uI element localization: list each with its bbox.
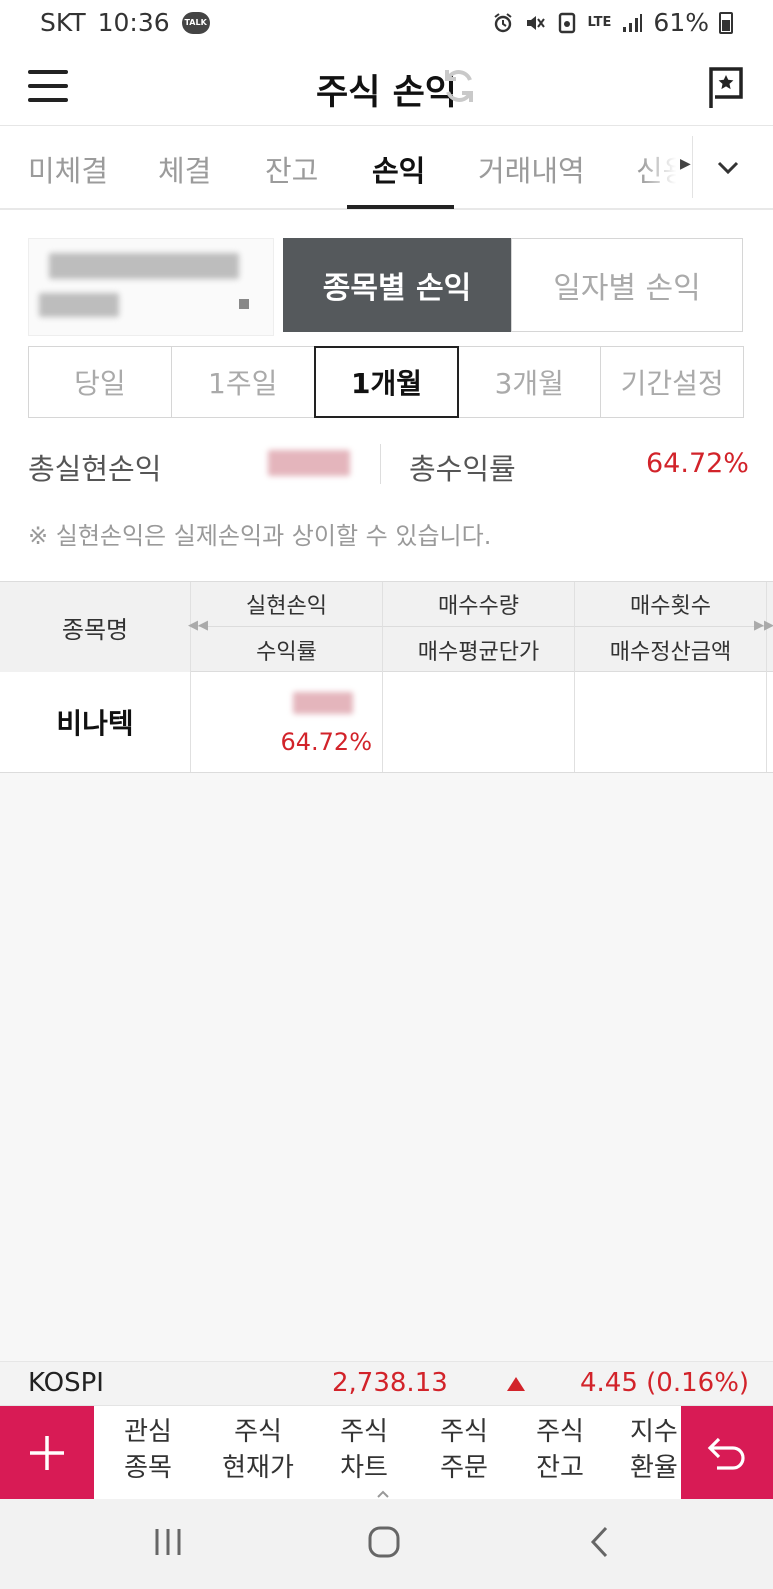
- account-number-masked: [49, 253, 239, 279]
- period-today[interactable]: 당일: [29, 347, 172, 417]
- up-arrow-icon: [507, 1377, 525, 1391]
- refresh-icon[interactable]: [441, 66, 477, 106]
- profit-table: 종목명 실현손익 수익률 매수수량 매수평균단가 매수횟수 매수정산금액 비나텍…: [0, 581, 773, 773]
- account-name-masked: [39, 293, 119, 317]
- index-value: 2,738.13: [332, 1368, 448, 1398]
- period-1week[interactable]: 1주일: [172, 347, 315, 417]
- quick-order[interactable]: 주식 주문: [436, 1414, 492, 1486]
- header-stock-name: 종목명: [0, 582, 191, 672]
- tab-scroll-arrow-icon: ▶: [680, 156, 691, 172]
- table-row[interactable]: 비나텍 64.72%: [0, 672, 773, 773]
- mute-icon: [524, 12, 546, 34]
- battery-percent: 61%: [653, 8, 709, 37]
- period-selector: 당일 1주일 1개월 3개월 기간설정: [28, 346, 744, 418]
- header-realized-pl: 실현손익: [191, 582, 383, 627]
- talk-icon: TALK: [181, 11, 210, 34]
- carrier: SKT: [40, 8, 86, 37]
- page-title: 주식 손익: [316, 73, 457, 113]
- index-ticker[interactable]: KOSPI 2,738.13 4.45 (0.16%): [0, 1361, 773, 1405]
- scroll-left-icon[interactable]: ◀◀: [188, 618, 208, 633]
- chevron-down-icon[interactable]: [712, 152, 744, 184]
- tab-bar: 미체결 체결 잔고 손익 거래내역 신용 ▶: [0, 126, 773, 210]
- quick-menu: 관심 종목 주식 현재가 주식 차트 주식 주문 주식 잔고 지수 환율: [0, 1405, 773, 1500]
- back-button[interactable]: [681, 1406, 773, 1500]
- header-avg-price: 매수평균단가: [383, 627, 575, 672]
- undo-icon: [707, 1437, 745, 1470]
- quick-index-fx[interactable]: 지수 환율: [630, 1414, 680, 1486]
- signal-icon: [621, 12, 643, 34]
- by-stock-toggle[interactable]: 종목별 손익: [283, 238, 511, 332]
- storage-icon: [556, 12, 578, 34]
- battery-icon: [719, 11, 733, 34]
- tab-history[interactable]: 거래내역: [478, 148, 585, 190]
- app-header: 주식 손익: [0, 48, 773, 126]
- clock: 10:36: [97, 8, 170, 37]
- home-icon[interactable]: [367, 1525, 401, 1563]
- tab-unfilled[interactable]: 미체결: [28, 148, 108, 190]
- row-return-cell: 64.72%: [191, 672, 383, 772]
- quick-chart[interactable]: 주식 차트: [336, 1414, 392, 1486]
- index-name: KOSPI: [28, 1368, 104, 1398]
- system-nav-bar: [0, 1499, 773, 1589]
- period-custom[interactable]: 기간설정: [601, 347, 743, 417]
- empty-area: [0, 773, 773, 1361]
- row-buy-count: [575, 672, 767, 772]
- row-buy-qty: [383, 672, 575, 772]
- by-date-toggle[interactable]: 일자별 손익: [511, 238, 743, 332]
- period-3month[interactable]: 3개월: [458, 347, 602, 417]
- active-tab-indicator: [347, 205, 454, 209]
- period-1month[interactable]: 1개월: [313, 346, 460, 418]
- row-return-rate: 64.72%: [280, 728, 372, 756]
- header-return-rate: 수익률: [191, 627, 383, 672]
- row-realized-masked: [293, 692, 353, 714]
- summary-divider: [380, 444, 381, 484]
- plus-icon: [30, 1436, 64, 1470]
- tab-divider: [692, 136, 693, 198]
- expand-caret-icon[interactable]: [376, 1486, 390, 1500]
- alarm-icon: [492, 12, 514, 34]
- recent-apps-icon[interactable]: [152, 1527, 184, 1561]
- notice-text: ※ 실현손익은 실제손익과 상이할 수 있습니다.: [28, 522, 492, 550]
- back-nav-icon[interactable]: [588, 1525, 612, 1563]
- add-menu-button[interactable]: [0, 1406, 94, 1500]
- tab-balance[interactable]: 잔고: [265, 148, 318, 190]
- network-label: LTE: [587, 14, 612, 30]
- total-return-value: 64.72%: [646, 448, 749, 479]
- header-buy-settlement: 매수정산금액: [575, 627, 767, 672]
- scroll-right-icon[interactable]: ▶▶: [754, 618, 773, 633]
- total-realized-value-masked: [268, 450, 350, 476]
- quick-watchlist[interactable]: 관심 종목: [120, 1414, 176, 1486]
- total-return-label: 총수익률: [409, 452, 516, 486]
- total-realized-label: 총실현손익: [28, 452, 162, 486]
- index-change: 4.45 (0.16%): [580, 1368, 750, 1398]
- tab-profit-loss[interactable]: 손익: [372, 148, 425, 190]
- header-buy-count: 매수횟수: [575, 582, 767, 627]
- quick-balance[interactable]: 주식 잔고: [532, 1414, 588, 1486]
- row-stock-name: 비나텍: [0, 672, 191, 772]
- account-dropdown-icon: [239, 299, 249, 309]
- account-selector[interactable]: [28, 238, 274, 336]
- header-buy-qty: 매수수량: [383, 582, 575, 627]
- status-bar: SKT 10:36 TALK LTE 61%: [0, 0, 773, 48]
- quick-current-price[interactable]: 주식 현재가: [218, 1414, 298, 1486]
- tab-filled[interactable]: 체결: [158, 148, 211, 190]
- bookmark-flag-icon[interactable]: [705, 66, 745, 110]
